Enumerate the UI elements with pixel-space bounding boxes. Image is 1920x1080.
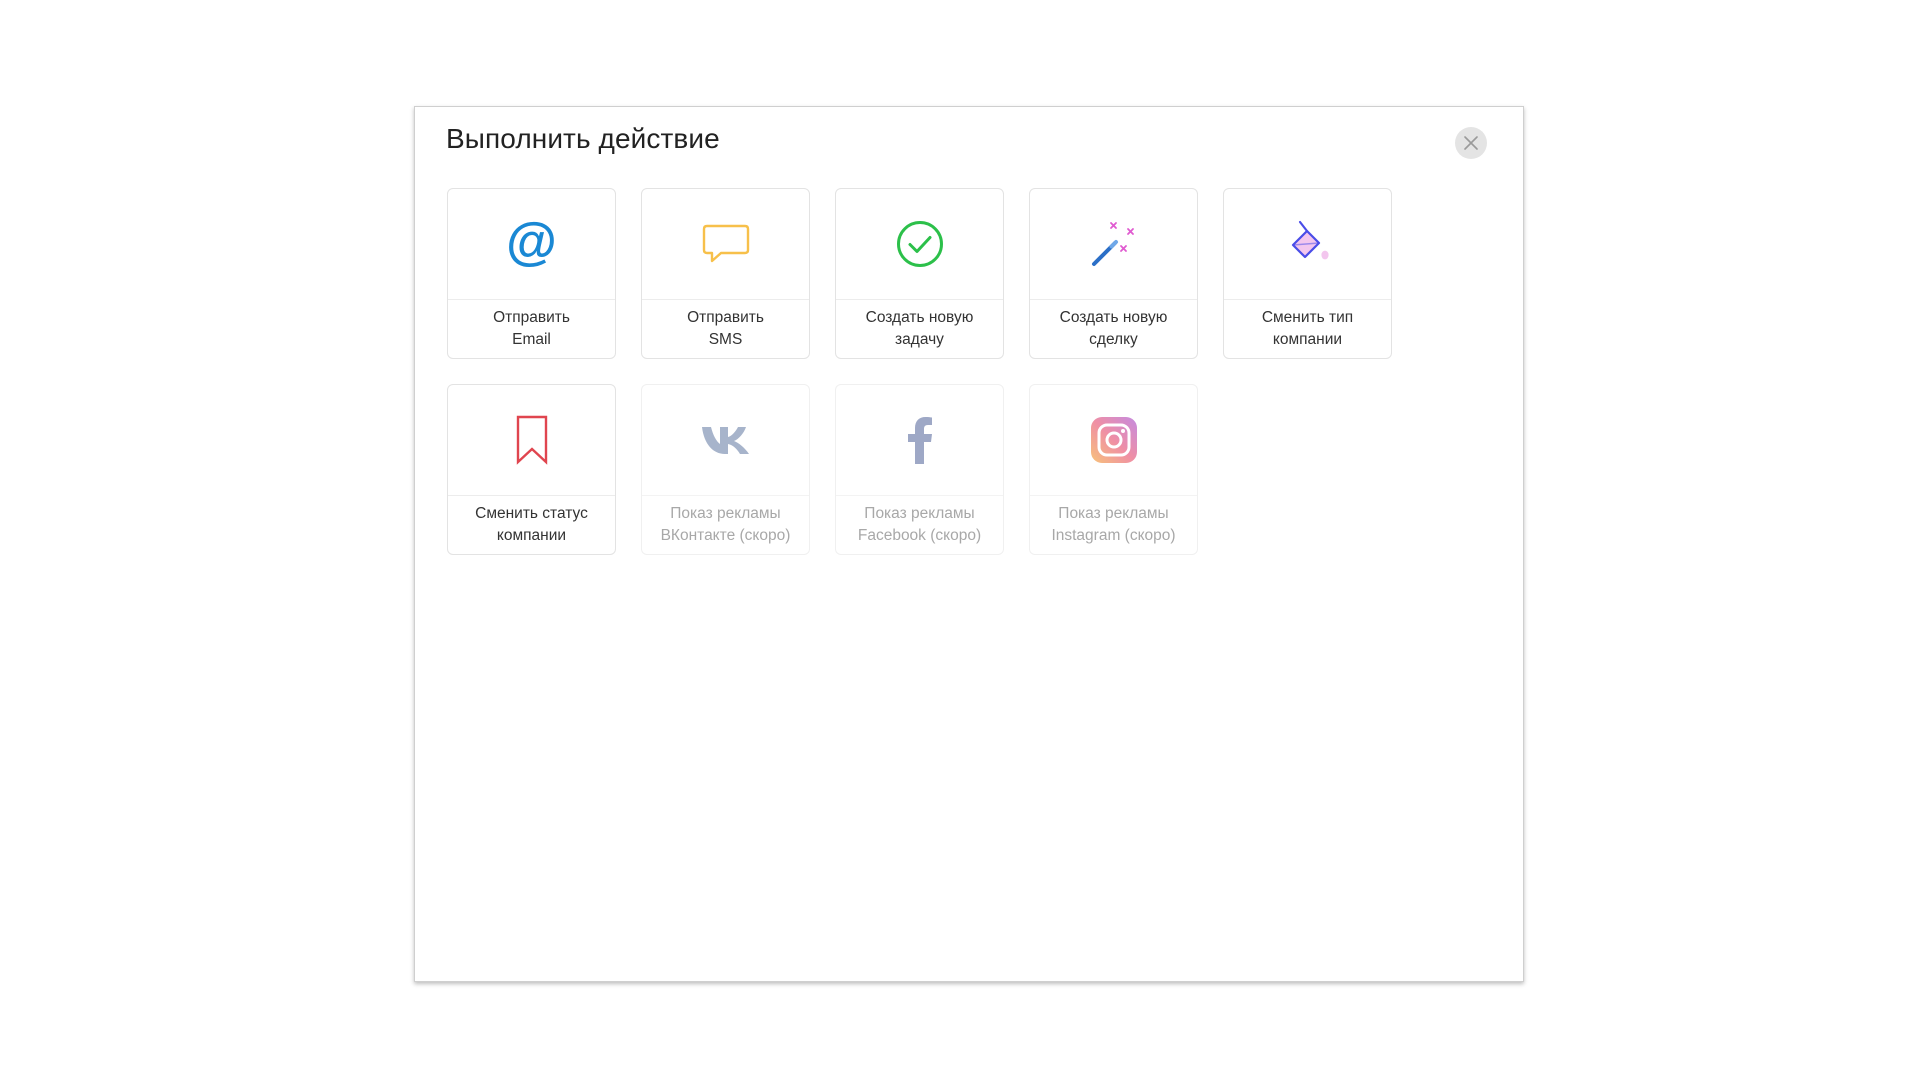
tile-icon-area xyxy=(642,189,809,300)
action-tile-vk-ads: Показ рекламы ВКонтакте (скоро) xyxy=(641,384,810,555)
close-button[interactable] xyxy=(1455,127,1487,159)
tile-icon-area xyxy=(836,385,1003,496)
action-tile-create-task[interactable]: Создать новую задачу xyxy=(835,188,1004,359)
facebook-icon xyxy=(907,417,932,464)
check-circle-icon xyxy=(896,221,943,267)
tile-icon-area xyxy=(1224,189,1391,300)
action-tile-instagram-ads: Показ рекламы Instagram (скоро) xyxy=(1029,384,1198,555)
at-icon: @ xyxy=(506,213,557,271)
action-tile-change-company-status[interactable]: Сменить статус компании xyxy=(447,384,616,555)
tile-label: Показ рекламы Facebook (скоро) xyxy=(857,505,982,544)
action-tile-send-email[interactable]: @ Отправить Email xyxy=(447,188,616,359)
tile-label: Создать новую сделку xyxy=(1059,309,1168,348)
tile-icon-area: @ xyxy=(448,189,615,300)
tile-icon-area xyxy=(642,385,809,496)
dialog-title: Выполнить действие xyxy=(446,123,720,154)
tile-icon-area xyxy=(836,189,1003,300)
action-tile-change-company-type[interactable]: Сменить тип компании xyxy=(1223,188,1392,359)
magic-wand-icon xyxy=(1091,222,1134,266)
action-tile-create-deal[interactable]: Создать новую сделку xyxy=(1029,188,1198,359)
tile-label: Создать новую задачу xyxy=(865,309,974,348)
tile-label: Показ рекламы ВКонтакте (скоро) xyxy=(660,505,791,544)
tile-icon-area xyxy=(448,385,615,496)
action-tile-send-sms[interactable]: Отправить SMS xyxy=(641,188,810,359)
tile-label: Показ рекламы Instagram (скоро) xyxy=(1051,505,1176,544)
actions-grid: @ Отправить Email Отправить SMS Создать … xyxy=(447,188,1392,555)
tile-label: Сменить тип компании xyxy=(1261,309,1354,348)
tile-label: Отправить SMS xyxy=(687,309,764,348)
close-icon xyxy=(1464,136,1478,150)
tile-label: Сменить статус компании xyxy=(475,505,588,544)
tile-label: Отправить Email xyxy=(493,309,570,348)
action-dialog: Выполнить действие @ Отправить Email Отп… xyxy=(414,106,1524,982)
speech-bubble-icon xyxy=(702,224,749,263)
bookmark-icon xyxy=(516,415,547,465)
action-tile-facebook-ads: Показ рекламы Facebook (скоро) xyxy=(835,384,1004,555)
paint-bucket-icon xyxy=(1291,220,1329,260)
instagram-icon xyxy=(1090,417,1137,463)
tile-icon-area xyxy=(1030,385,1197,496)
tile-icon-area xyxy=(1030,189,1197,300)
vk-icon xyxy=(701,427,749,454)
